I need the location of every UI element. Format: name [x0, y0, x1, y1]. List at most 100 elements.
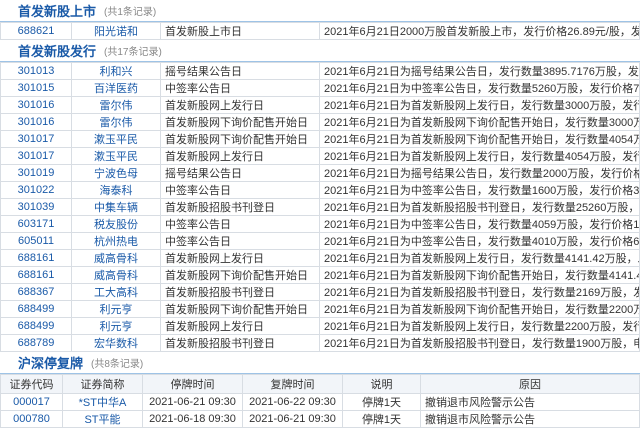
stock-name-link[interactable]: 利和兴	[71, 62, 161, 80]
record-count: (共17条记录)	[104, 47, 162, 58]
stock-name-link[interactable]: 阳光诺和	[71, 22, 161, 40]
resume-time: 2021-06-21 09:30	[242, 410, 343, 428]
column-header-note: 说明	[342, 374, 421, 394]
event-type: 首发新股招股书刊登日	[160, 283, 320, 301]
event-type: 中签率公告日	[160, 215, 320, 233]
table-row: 301022 海泰科 中签率公告日 2021年6月21日为中签率公告日，发行数量160…	[0, 181, 640, 199]
event-type: 首发新股网上发行日	[160, 317, 320, 335]
section-title: 沪深停复牌	[18, 356, 84, 371]
stock-code-link[interactable]: 301019	[0, 164, 72, 182]
stock-name-link[interactable]: 杭州热电	[71, 232, 161, 250]
column-header-code: 证券代码	[0, 374, 63, 394]
halt-time: 2021-06-18 09:30	[142, 410, 243, 428]
event-type: 中签率公告日	[160, 181, 320, 199]
halt-reason: 撤销退市风险警示公告	[420, 410, 640, 428]
event-description: 2021年6月21日为首发新股网下询价配售开始日，发行数量4054万股，发行..…	[319, 130, 640, 148]
event-description: 2021年6月21日为首发新股招股书刊登日，发行数量2169万股，发行价格11.…	[319, 283, 640, 301]
event-description: 2021年6月21日为首发新股网下询价配售开始日，发行数量3000万股，发行..…	[319, 113, 640, 131]
event-type: 首发新股网下询价配售开始日	[160, 300, 320, 318]
stock-name-link[interactable]: 中集车辆	[71, 198, 161, 216]
stock-name-link[interactable]: 工大高科	[71, 283, 161, 301]
event-type: 首发新股招股书刊登日	[160, 334, 320, 352]
stock-code-link[interactable]: 688161	[0, 249, 72, 267]
new-listing-table: 688621 阳光诺和 首发新股上市日 2021年6月21日2000万股首发新股…	[0, 22, 640, 40]
stock-code-link[interactable]: 000780	[0, 410, 63, 428]
stock-name-link[interactable]: 百洋医药	[71, 79, 161, 97]
column-header-halt-time: 停牌时间	[142, 374, 243, 394]
stock-code-link[interactable]: 688161	[0, 266, 72, 284]
table-row: 688367 工大高科 首发新股招股书刊登日 2021年6月21日为首发新股招股书刊登…	[0, 283, 640, 301]
event-description: 2021年6月21日为首发新股网上发行日，发行数量3000万股，发行价格13.7…	[319, 96, 640, 114]
event-description: 2021年6月21日为首发新股网上发行日，发行数量4054万股，发行价格8.86…	[319, 147, 640, 165]
stock-name-link[interactable]: ST平能	[62, 410, 143, 428]
event-type: 首发新股网上发行日	[160, 147, 320, 165]
new-issue-table: 301013 利和兴 摇号结果公告日 2021年6月21日为摇号结果公告日，发行数量3…	[0, 62, 640, 352]
table-row: 000017 *ST中华A 2021-06-21 09:30 2021-06-2…	[0, 393, 640, 411]
event-type: 中签率公告日	[160, 79, 320, 97]
event-description: 2021年6月21日为首发新股网下询价配售开始日，发行数量2200万股，发行..…	[319, 300, 640, 318]
table-row: 301017 漱玉平民 首发新股网上发行日 2021年6月21日为首发新股网上发行日，…	[0, 147, 640, 165]
stock-code-link[interactable]: 688499	[0, 300, 72, 318]
section-title: 首发新股上市	[18, 4, 97, 19]
stock-code-link[interactable]: 688499	[0, 317, 72, 335]
event-description: 2021年6月21日为首发新股网下询价配售开始日，发行数量4141.42万股，发…	[319, 266, 640, 284]
resume-time: 2021-06-22 09:30	[242, 393, 343, 411]
record-count: (共8条记录)	[91, 359, 144, 370]
table-row: 000780 ST平能 2021-06-18 09:30 2021-06-21 …	[0, 410, 640, 428]
event-description: 2021年6月21日为摇号结果公告日，发行数量3895.7176万股，发行价格8…	[319, 62, 640, 80]
stock-code-link[interactable]: 688789	[0, 334, 72, 352]
table-row: 301039 中集车辆 首发新股招股书刊登日 2021年6月21日为首发新股招股书刊登…	[0, 198, 640, 216]
stock-code-link[interactable]: 301013	[0, 62, 72, 80]
halt-note: 停牌1天	[342, 410, 421, 428]
stock-name-link[interactable]: 税友股份	[71, 215, 161, 233]
table-header-row: 证券代码 证券简称 停牌时间 复牌时间 说明 原因	[0, 374, 640, 394]
stock-code-link[interactable]: 301039	[0, 198, 72, 216]
stock-code-link[interactable]: 000017	[0, 393, 63, 411]
event-type: 首发新股网下询价配售开始日	[160, 130, 320, 148]
event-description: 2021年6月21日2000万股首发新股上市，发行价格26.89元/股，发行市盈…	[319, 22, 640, 40]
record-count: (共1条记录)	[104, 7, 157, 18]
stock-name-link[interactable]: 利元亨	[71, 317, 161, 335]
table-row: 301015 百洋医药 中签率公告日 2021年6月21日为中签率公告日，发行数量52…	[0, 79, 640, 97]
stock-code-link[interactable]: 301017	[0, 147, 72, 165]
section-header-new-listing: 首发新股上市 (共1条记录)	[0, 0, 640, 22]
event-description: 2021年6月21日为中签率公告日，发行数量5260万股，发行价格7.64元/股…	[319, 79, 640, 97]
stock-name-link[interactable]: 漱玉平民	[71, 147, 161, 165]
stock-name-link[interactable]: 利元亨	[71, 300, 161, 318]
stock-name-link[interactable]: 雷尔伟	[71, 113, 161, 131]
stock-name-link[interactable]: 雷尔伟	[71, 96, 161, 114]
stock-code-link[interactable]: 301022	[0, 181, 72, 199]
event-type: 首发新股招股书刊登日	[160, 198, 320, 216]
table-row: 688621 阳光诺和 首发新股上市日 2021年6月21日2000万股首发新股…	[0, 22, 640, 40]
stock-code-link[interactable]: 605011	[0, 232, 72, 250]
stock-name-link[interactable]: 威高骨科	[71, 266, 161, 284]
event-type: 首发新股网下询价配售开始日	[160, 113, 320, 131]
stock-name-link[interactable]: *ST中华A	[62, 393, 143, 411]
event-description: 2021年6月21日为中签率公告日，发行数量4010万股，发行价格6.17元/股…	[319, 232, 640, 250]
table-row: 688789 宏华数科 首发新股招股书刊登日 2021年6月21日为首发新股招股书刊登…	[0, 334, 640, 352]
event-description: 2021年6月21日为中签率公告日，发行数量1600万股，发行价格32.29元/…	[319, 181, 640, 199]
event-type: 首发新股网上发行日	[160, 96, 320, 114]
halt-reason: 撤销退市风险警示公告	[420, 393, 640, 411]
stock-name-link[interactable]: 海泰科	[71, 181, 161, 199]
stock-name-link[interactable]: 宁波色母	[71, 164, 161, 182]
table-row: 301016 雷尔伟 首发新股网上发行日 2021年6月21日为首发新股网上发行日，发…	[0, 96, 640, 114]
section-header-halt-resume: 沪深停复牌 (共8条记录)	[0, 352, 640, 374]
stock-code-link[interactable]: 688621	[0, 22, 72, 40]
stock-name-link[interactable]: 宏华数科	[71, 334, 161, 352]
stock-code-link[interactable]: 301015	[0, 79, 72, 97]
stock-code-link[interactable]: 603171	[0, 215, 72, 233]
table-row: 301019 宁波色母 摇号结果公告日 2021年6月21日为摇号结果公告日，发行数量…	[0, 164, 640, 182]
event-type: 摇号结果公告日	[160, 164, 320, 182]
stock-code-link[interactable]: 301016	[0, 113, 72, 131]
stock-code-link[interactable]: 688367	[0, 283, 72, 301]
event-type: 首发新股上市日	[160, 22, 320, 40]
column-header-resume-time: 复牌时间	[242, 374, 343, 394]
stock-name-link[interactable]: 漱玉平民	[71, 130, 161, 148]
stock-code-link[interactable]: 301016	[0, 96, 72, 114]
event-type: 摇号结果公告日	[160, 62, 320, 80]
event-type: 首发新股网上发行日	[160, 249, 320, 267]
event-description: 2021年6月21日为中签率公告日，发行数量4059万股，发行价格13.33元/…	[319, 215, 640, 233]
stock-name-link[interactable]: 威高骨科	[71, 249, 161, 267]
stock-code-link[interactable]: 301017	[0, 130, 72, 148]
